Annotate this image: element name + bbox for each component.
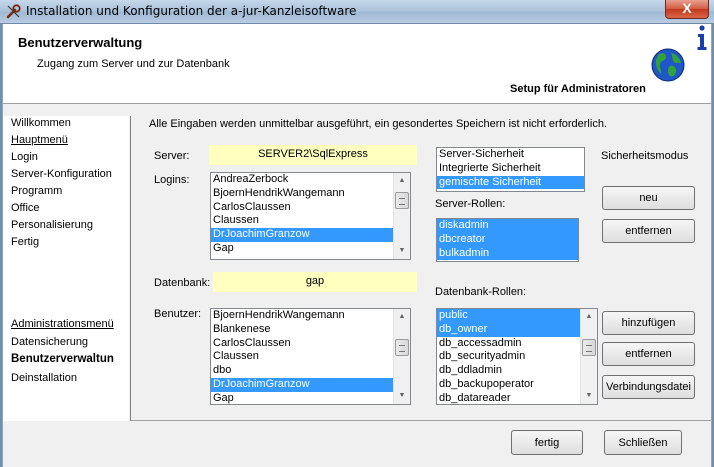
list-item[interactable]: Gap <box>211 242 393 256</box>
window-title: Installation und Konfiguration der a-jur… <box>26 4 357 18</box>
server-value-field: SERVER2\SqlExpress <box>209 145 417 165</box>
logins-rows: AndreaZerbock BjoernHendrikWangemann Carlo… <box>211 173 393 256</box>
list-item[interactable]: db_securityadmin <box>437 350 580 364</box>
footer-divider <box>131 420 711 421</box>
connection-file-button[interactable]: Verbindungsdatei <box>602 375 695 399</box>
list-item[interactable]: CarlosClaussen <box>211 201 393 215</box>
list-item[interactable]: db_accessadmin <box>437 337 580 351</box>
scroll-thumb[interactable] <box>395 192 409 209</box>
scroll-up-icon[interactable]: ▲ <box>394 173 410 189</box>
scroll-down-icon[interactable]: ▼ <box>581 388 597 404</box>
close-window-button[interactable]: X <box>665 0 709 19</box>
remove-login-button[interactable]: entfernen <box>602 219 695 243</box>
close-button[interactable]: Schließen <box>604 430 682 455</box>
client-area: Benutzerverwaltung Zugang zum Server und… <box>2 24 712 467</box>
scroll-down-icon[interactable]: ▼ <box>394 243 410 259</box>
list-item[interactable]: dbo <box>211 364 393 378</box>
scroll-up-icon[interactable]: ▲ <box>394 309 410 325</box>
security-mode-label: Sicherheitsmodus <box>601 150 689 162</box>
nav-item-personalisierung[interactable]: Personalisierung <box>11 219 93 231</box>
db-roles-listbox[interactable]: public db_owner db_accessadmin db_securitya… <box>436 308 598 405</box>
logins-scrollbar[interactable]: ▲ ▼ <box>393 173 410 259</box>
list-item[interactable]: public <box>437 309 580 323</box>
list-item[interactable]: Gap <box>211 392 393 404</box>
nav-item-hauptmenue[interactable]: Hauptmenü <box>11 134 68 146</box>
list-item[interactable]: DrJoachimGranzow <box>211 377 393 392</box>
list-item[interactable]: CarlosClaussen <box>211 337 393 351</box>
db-roles-scrollbar[interactable]: ▲ ▼ <box>580 309 597 404</box>
db-roles-label: Datenbank-Rollen: <box>435 286 527 298</box>
list-item[interactable]: dbcreator <box>437 232 578 247</box>
users-rows: BjoernHendrikWangemann Blankenese CarlosCl… <box>211 309 393 404</box>
globe-icon <box>651 48 685 82</box>
nav-item-fertig[interactable]: Fertig <box>11 236 39 248</box>
list-item[interactable]: BjoernHendrikWangemann <box>211 187 393 201</box>
list-item[interactable]: BjoernHendrikWangemann <box>211 309 393 323</box>
list-item[interactable]: Claussen <box>211 350 393 364</box>
db-roles-rows: public db_owner db_accessadmin db_securitya… <box>437 309 580 404</box>
remove-role-button[interactable]: entfernen <box>602 342 695 366</box>
database-label: Datenbank: <box>154 277 211 289</box>
server-roles-rows: diskadmin dbcreator bulkadmin <box>437 219 578 261</box>
add-role-button[interactable]: hinzufügen <box>602 311 695 335</box>
server-roles-listbox[interactable]: diskadmin dbcreator bulkadmin <box>436 218 579 262</box>
list-item[interactable]: Integrierte Sicherheit <box>437 162 584 176</box>
list-item[interactable]: DrJoachimGranzow <box>211 228 393 242</box>
list-item[interactable]: Blankenese <box>211 323 393 337</box>
database-value-field: gap <box>213 272 417 292</box>
server-label: Server: <box>154 150 190 162</box>
list-item[interactable]: bulkadmin <box>437 246 578 261</box>
list-item[interactable]: db_ddladmin <box>437 364 580 378</box>
list-item[interactable]: gemischte Sicherheit <box>437 175 584 190</box>
nav-item-deinstallation[interactable]: Deinstallation <box>11 372 77 384</box>
list-item[interactable]: db_backupoperator <box>437 378 580 392</box>
list-item[interactable]: AndreaZerbock <box>211 173 393 187</box>
nav-item-administrationsmenue[interactable]: Administrationsmenü <box>11 318 114 330</box>
title-bar: Installation und Konfiguration der a-jur… <box>0 0 714 24</box>
security-mode-listbox[interactable]: Server-Sicherheit Integrierte Sicherheit g… <box>436 147 585 192</box>
list-item[interactable]: db_datareader <box>437 392 580 404</box>
nav-item-datensicherung[interactable]: Datensicherung <box>11 336 88 348</box>
scroll-thumb[interactable] <box>582 339 596 356</box>
scroll-down-icon[interactable]: ▼ <box>394 388 410 404</box>
page-title: Benutzerverwaltung <box>18 35 143 50</box>
users-scrollbar[interactable]: ▲ ▼ <box>393 309 410 404</box>
nav-item-benutzerverwaltung[interactable]: Benutzerverwaltun <box>11 353 114 365</box>
users-label: Benutzer: <box>154 308 202 320</box>
list-item[interactable]: Claussen <box>211 214 393 228</box>
security-rows: Server-Sicherheit Integrierte Sicherheit g… <box>437 148 584 190</box>
scroll-thumb[interactable] <box>395 339 409 356</box>
nav-item-office[interactable]: Office <box>11 202 40 214</box>
logins-listbox[interactable]: AndreaZerbock BjoernHendrikWangemann Carlo… <box>210 172 411 260</box>
server-roles-label: Server-Rollen: <box>435 198 506 210</box>
list-item[interactable]: Server-Sicherheit <box>437 148 584 162</box>
nav-divider <box>130 116 131 421</box>
setup-mode-label: Setup für Administratoren <box>510 83 646 95</box>
logins-label: Logins: <box>154 174 190 186</box>
nav-item-server-konfiguration[interactable]: Server-Konfiguration <box>11 168 112 180</box>
info-icon[interactable] <box>696 25 708 51</box>
nav-item-willkommen[interactable]: Willkommen <box>11 117 71 129</box>
info-text: Alle Eingaben werden unmittelbar ausgefü… <box>149 118 607 130</box>
tools-icon <box>6 4 21 19</box>
nav-item-programm[interactable]: Programm <box>11 185 62 197</box>
list-item[interactable]: diskadmin <box>437 219 578 233</box>
list-item[interactable]: db_owner <box>437 322 580 337</box>
scroll-up-icon[interactable]: ▲ <box>581 309 597 325</box>
sidebar-nav: Willkommen Hauptmenü Login Server-Konfig… <box>3 116 129 421</box>
page-header: Benutzerverwaltung Zugang zum Server und… <box>3 24 711 104</box>
users-listbox[interactable]: BjoernHendrikWangemann Blankenese CarlosCl… <box>210 308 411 405</box>
finish-button[interactable]: fertig <box>511 430 583 455</box>
page-subtitle: Zugang zum Server und zur Datenbank <box>37 58 230 70</box>
nav-item-login[interactable]: Login <box>11 151 38 163</box>
new-login-button[interactable]: neu <box>602 186 695 210</box>
